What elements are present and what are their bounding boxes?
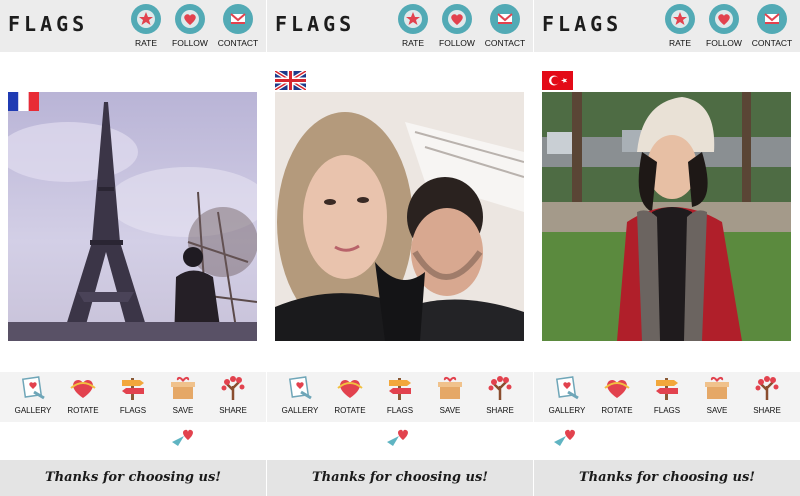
heart-rotate-icon — [70, 379, 96, 398]
footer-bar: Thanks for choosing us! — [0, 460, 266, 496]
signpost-icon — [122, 378, 144, 400]
flags-button[interactable]: FLAGS — [375, 374, 425, 422]
share-label: SHARE — [753, 406, 781, 415]
save-label: SAVE — [439, 406, 461, 415]
envelope-icon — [490, 4, 520, 34]
star-icon — [131, 4, 161, 34]
contact-button[interactable]: CONTACT — [479, 4, 531, 50]
footer-text: Thanks for choosing us! — [44, 470, 221, 485]
star-icon — [398, 4, 428, 34]
save-button[interactable]: SAVE — [158, 374, 208, 422]
contact-label: CONTACT — [751, 38, 793, 48]
footer-text: Thanks for choosing us! — [578, 470, 755, 485]
gallery-button[interactable]: GALLERY — [8, 374, 58, 422]
flags-label: FLAGS — [653, 406, 681, 415]
app-screen-turkey: FLAGS RATE FOLLOW CONTACT GALLERY ROTATE… — [534, 0, 800, 496]
header-bar: FLAGS RATE FOLLOW CONTACT — [0, 0, 266, 52]
contact-label: CONTACT — [217, 38, 259, 48]
gallery-label: GALLERY — [548, 406, 586, 415]
uk-flag-icon — [273, 69, 308, 92]
envelope-icon — [757, 4, 787, 34]
header-bar: FLAGS RATE FOLLOW CONTACT — [534, 0, 800, 52]
rotate-button[interactable]: ROTATE — [325, 374, 375, 422]
flags-label: FLAGS — [386, 406, 414, 415]
share-label: SHARE — [219, 406, 247, 415]
gift-box-icon — [438, 376, 462, 399]
love-plane-icon[interactable] — [385, 426, 413, 454]
heart-tree-icon — [488, 376, 512, 400]
app-screen-france: FLAGS RATE FOLLOW CONTACT GALLERY ROTATE… — [0, 0, 266, 496]
flags-button[interactable]: FLAGS — [108, 374, 158, 422]
follow-label: FOLLOW — [172, 38, 208, 48]
heart-icon — [175, 4, 205, 34]
gallery-button[interactable]: GALLERY — [542, 374, 592, 422]
heart-tree-icon — [755, 376, 779, 400]
gift-box-icon — [705, 376, 729, 399]
contact-button[interactable]: CONTACT — [746, 4, 798, 50]
follow-label: FOLLOW — [706, 38, 742, 48]
bottom-toolbar: GALLERY ROTATE FLAGS SAVE SHARE — [0, 372, 266, 422]
follow-button[interactable]: FOLLOW — [431, 4, 483, 50]
turkey-flag-icon — [542, 71, 573, 90]
header-bar: FLAGS RATE FOLLOW CONTACT — [267, 0, 533, 52]
rotate-button[interactable]: ROTATE — [58, 374, 108, 422]
rotate-button[interactable]: ROTATE — [592, 374, 642, 422]
gallery-label: GALLERY — [281, 406, 319, 415]
bottom-toolbar: GALLERY ROTATE FLAGS SAVE SHARE — [534, 372, 800, 422]
love-plane-icon[interactable] — [552, 426, 580, 454]
envelope-icon — [223, 4, 253, 34]
footer-bar: Thanks for choosing us! — [534, 460, 800, 496]
heart-tree-icon — [221, 376, 245, 400]
app-screen-uk: FLAGS RATE FOLLOW CONTACT GALLERY ROTATE… — [267, 0, 533, 496]
share-button[interactable]: SHARE — [475, 374, 525, 422]
gallery-icon — [288, 376, 312, 400]
app-logo: FLAGS — [275, 12, 356, 36]
star-icon — [665, 4, 695, 34]
bottom-toolbar: GALLERY ROTATE FLAGS SAVE SHARE — [267, 372, 533, 422]
eiffel-tower-photo[interactable] — [8, 92, 257, 341]
contact-label: CONTACT — [484, 38, 526, 48]
signpost-icon — [389, 378, 411, 400]
heart-icon — [442, 4, 472, 34]
save-label: SAVE — [172, 406, 194, 415]
couple-selfie-photo[interactable] — [275, 92, 524, 341]
app-logo: FLAGS — [542, 12, 623, 36]
contact-button[interactable]: CONTACT — [212, 4, 264, 50]
love-plane-icon[interactable] — [170, 426, 198, 454]
gallery-icon — [555, 376, 579, 400]
flags-label: FLAGS — [119, 406, 147, 415]
heart-rotate-icon — [337, 379, 363, 398]
app-logo: FLAGS — [8, 12, 89, 36]
save-button[interactable]: SAVE — [692, 374, 742, 422]
heart-rotate-icon — [604, 379, 630, 398]
rotate-label: ROTATE — [334, 406, 366, 415]
gallery-button[interactable]: GALLERY — [275, 374, 325, 422]
footer-text: Thanks for choosing us! — [311, 470, 488, 485]
rotate-label: ROTATE — [67, 406, 99, 415]
save-label: SAVE — [706, 406, 728, 415]
heart-icon — [709, 4, 739, 34]
woman-in-park-photo[interactable] — [542, 92, 791, 341]
save-button[interactable]: SAVE — [425, 374, 475, 422]
france-flag-icon — [8, 92, 39, 111]
footer-bar: Thanks for choosing us! — [267, 460, 533, 496]
share-button[interactable]: SHARE — [208, 374, 258, 422]
share-button[interactable]: SHARE — [742, 374, 792, 422]
signpost-icon — [656, 378, 678, 400]
rotate-label: ROTATE — [601, 406, 633, 415]
follow-button[interactable]: FOLLOW — [698, 4, 750, 50]
gallery-label: GALLERY — [14, 406, 52, 415]
share-label: SHARE — [486, 406, 514, 415]
flags-button[interactable]: FLAGS — [642, 374, 692, 422]
follow-button[interactable]: FOLLOW — [164, 4, 216, 50]
gallery-icon — [21, 376, 45, 400]
gift-box-icon — [171, 376, 195, 399]
follow-label: FOLLOW — [439, 38, 475, 48]
